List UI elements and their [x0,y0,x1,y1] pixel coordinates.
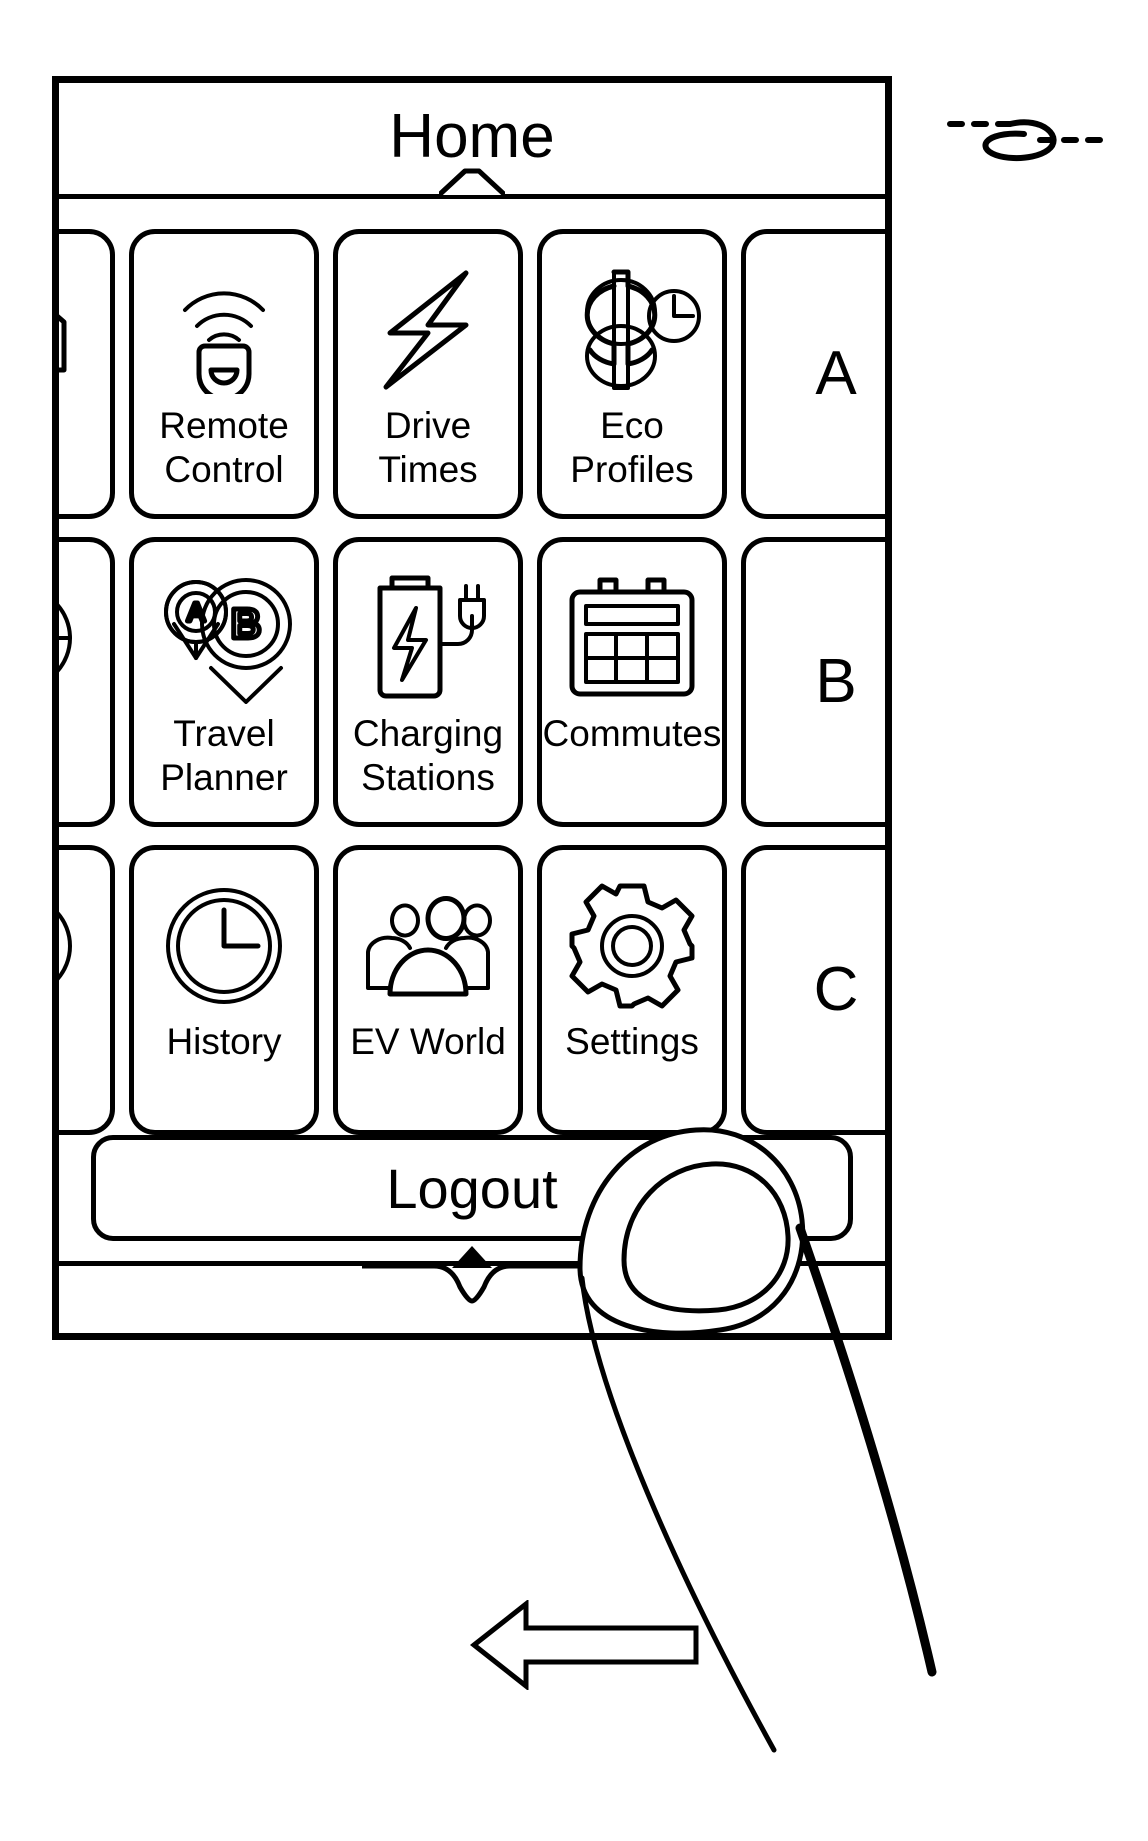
battery-plug-icon [338,568,518,708]
sidebar-item-eco-profiles[interactable]: Eco Profiles [537,229,727,519]
page-letter: A [815,339,857,408]
tile-label: Travel Planner [160,713,288,798]
phone-device-frame: Home me [52,76,892,1340]
sidebar-item-vehicle-status-partial[interactable]: icle tus [59,845,115,1135]
logout-button[interactable]: Logout [91,1135,853,1241]
sidebar-item-travel-planner[interactable]: A B Travel Planner [129,537,319,827]
key-fob-signal-icon [134,260,314,400]
map-pins-ab-icon: A B [134,568,314,708]
logout-label: Logout [386,1156,558,1220]
sidebar-item-ev-world[interactable]: EV World [333,845,523,1135]
people-group-icon [338,876,518,1016]
dollar-clock-icon [542,260,722,400]
calendar-icon [542,568,722,708]
sidebar-item-vehicle-finder-partial[interactable]: icle der [59,537,115,827]
sidebar-item-remote-control[interactable]: Remote Control [129,229,319,519]
page-letter: B [815,647,857,716]
tile-label: Eco Profiles [570,405,694,490]
app-tile-grid: me Remote Control [59,229,885,1135]
tile-label: icle der [59,712,110,800]
tile-label: me [59,404,110,448]
tile-label: History [166,1021,282,1062]
gauge-icon [59,876,110,1016]
triangle-up-icon[interactable] [450,1244,494,1270]
title-bar: Home [59,83,885,199]
house-icon [59,260,110,400]
radar-sweep-icon [59,568,110,708]
clock-icon [134,876,314,1016]
tile-label: Settings [565,1021,699,1062]
bottom-nav-bar [59,1246,885,1333]
page-indicator-b[interactable]: B [741,537,885,827]
tile-label: Remote Control [159,405,289,490]
tile-label: icle tus [59,1020,110,1108]
tile-label: Drive Times [378,405,478,490]
sidebar-item-commutes[interactable]: Commutes [537,537,727,827]
sidebar-item-history[interactable]: History [129,845,319,1135]
page-indicator-a[interactable]: A [741,229,885,519]
sidebar-item-charging-stations[interactable]: Charging Stations [333,537,523,827]
lightning-bolt-icon [338,260,518,400]
leader-line-loop-icon [940,86,1140,176]
title-bar-chevron-icon [439,167,505,197]
arrow-left-icon [469,1598,700,1692]
sidebar-item-home-partial[interactable]: me [59,229,115,519]
gear-icon [542,876,722,1016]
page-title: Home [389,102,555,171]
page-indicator-c[interactable]: C [741,845,885,1135]
sidebar-item-settings[interactable]: Settings [537,845,727,1135]
page-letter: C [813,955,859,1024]
sidebar-item-drive-times[interactable]: Drive Times [333,229,523,519]
tile-label: Charging Stations [352,713,504,798]
app-tile-carousel[interactable]: me Remote Control [59,199,885,1135]
patent-figure-canvas: Home me [0,0,1148,1841]
tile-label: EV World [350,1021,506,1062]
svg-text:B: B [231,600,261,647]
tile-label: Commutes [542,713,722,754]
